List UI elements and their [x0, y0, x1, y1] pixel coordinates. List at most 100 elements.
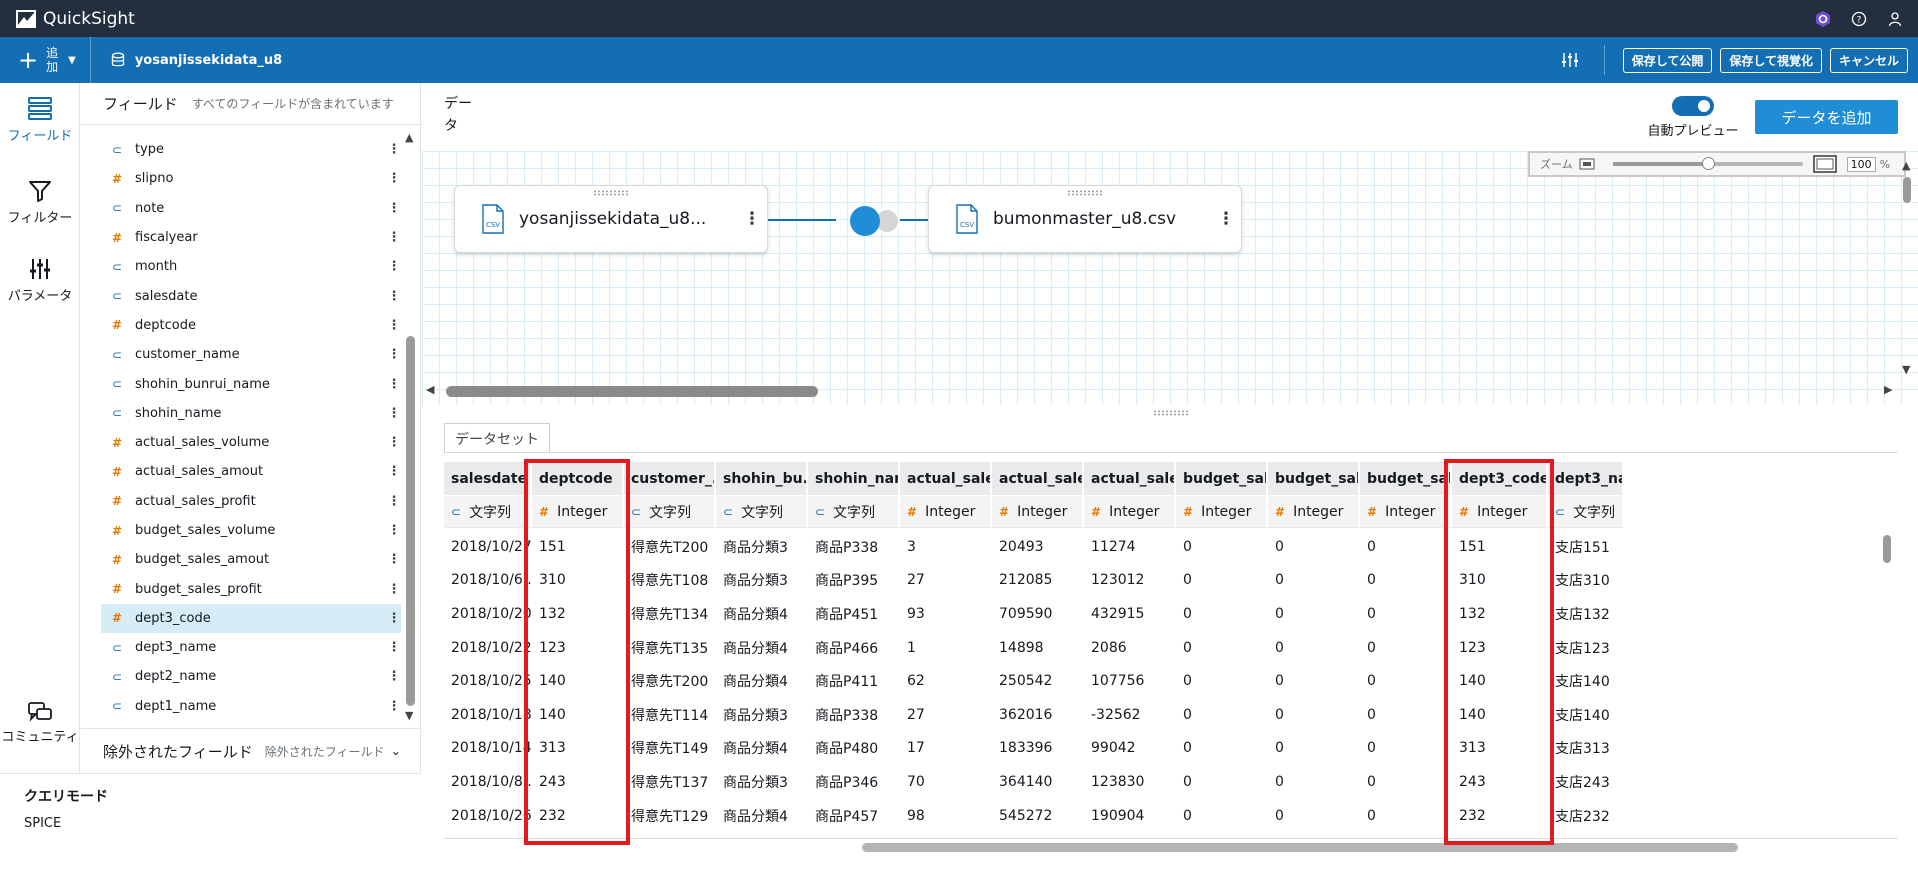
field-item[interactable]: ⊂ type ⋮ [101, 135, 401, 164]
field-item[interactable]: # slipno ⋮ [101, 164, 401, 193]
auto-preview-switch[interactable] [1672, 96, 1714, 116]
settings-sliders-icon[interactable] [1560, 50, 1580, 70]
canvas-horizontal-scroll-thumb[interactable] [446, 386, 818, 397]
scroll-down-arrow-icon[interactable]: ▼ [405, 709, 413, 722]
field-item[interactable]: # actual_sales_volume ⋮ [101, 428, 401, 457]
scroll-up-arrow-icon[interactable]: ▲ [1902, 159, 1910, 172]
more-options-icon[interactable]: ⋮ [387, 230, 401, 245]
save-and-visualize-button[interactable]: 保存して視覚化 [1720, 47, 1822, 73]
more-options-icon[interactable]: ⋮ [387, 523, 401, 538]
column-header[interactable]: actual_sale... [992, 462, 1084, 495]
column-type[interactable]: # Integer [900, 496, 992, 528]
scroll-down-arrow-icon[interactable]: ▼ [1902, 363, 1910, 376]
user-icon[interactable] [1886, 10, 1904, 28]
field-item[interactable]: ⊂ customer_name ⋮ [101, 340, 401, 369]
field-item[interactable]: # actual_sales_amout ⋮ [101, 457, 401, 486]
rail-item-parameters[interactable]: パラメータ [0, 257, 80, 304]
add-data-button[interactable]: データを追加 [1755, 100, 1898, 134]
more-options-icon[interactable]: ⋮ [387, 552, 401, 567]
column-type[interactable]: ⊂ 文字列 [808, 496, 900, 528]
more-options-icon[interactable]: ⋮ [387, 201, 401, 216]
add-button[interactable]: + 追加 ▼ [18, 37, 91, 83]
panel-resize-handle[interactable] [1153, 410, 1189, 416]
node-drag-handle[interactable] [1067, 190, 1103, 196]
field-list-scrollbar[interactable]: ▲ ▼ [403, 131, 417, 722]
column-header[interactable]: actual_sale... [900, 462, 992, 495]
rail-item-community[interactable]: コミュニティ [0, 701, 80, 747]
field-list-scroll-thumb[interactable] [406, 336, 415, 706]
more-options-icon[interactable]: ⋮ [387, 171, 401, 186]
more-options-icon[interactable]: ⋮ [737, 209, 767, 229]
field-item[interactable]: ⊂ dept1_name ⋮ [101, 692, 401, 721]
query-mode-value[interactable]: SPICE [24, 816, 421, 831]
more-options-icon[interactable]: ⋮ [387, 435, 401, 450]
field-item[interactable]: # budget_sales_volume ⋮ [101, 516, 401, 545]
column-header[interactable]: actual_sale... [1084, 462, 1176, 495]
column-header[interactable]: shohin_bu... [716, 462, 808, 495]
field-item[interactable]: # dept3_code ⋮ [101, 603, 401, 634]
excluded-fields-section[interactable]: 除外されたフィールド 除外されたフィールドは ⌄ [81, 728, 421, 773]
dataset-node-left[interactable]: CSV yosanjissekidata_u8... ⋮ [454, 185, 768, 253]
column-type[interactable]: # Integer [1176, 496, 1268, 528]
more-options-icon[interactable]: ⋮ [387, 142, 401, 157]
more-options-icon[interactable]: ⋮ [387, 377, 401, 392]
column-type[interactable]: ⊂ 文字列 [624, 496, 716, 528]
canvas-vertical-scrollbar[interactable]: ▲ ▼ [1900, 159, 1914, 377]
column-type[interactable]: ⊂ 文字列 [1548, 496, 1624, 528]
column-header[interactable]: customer_... [624, 462, 716, 495]
zoom-out-icon[interactable] [1579, 158, 1595, 170]
dataset-tab[interactable]: データセット [444, 423, 550, 453]
more-options-icon[interactable]: ⋮ [387, 611, 401, 626]
more-options-icon[interactable]: ⋮ [387, 464, 401, 479]
auto-preview-toggle[interactable]: 自動プレビュー [1638, 96, 1748, 139]
more-options-icon[interactable]: ⋮ [387, 669, 401, 684]
column-header[interactable]: shohin_name [808, 462, 900, 495]
more-options-icon[interactable]: ⋮ [387, 699, 401, 714]
column-header[interactable]: budget_sal... [1176, 462, 1268, 495]
more-options-icon[interactable]: ⋮ [387, 259, 401, 274]
zoom-slider[interactable] [1612, 157, 1803, 170]
field-item[interactable]: ⊂ shohin_name ⋮ [101, 399, 401, 428]
field-item[interactable]: ⊂ dept3_name ⋮ [101, 633, 401, 662]
field-item[interactable]: # budget_sales_amout ⋮ [101, 545, 401, 574]
app-logo[interactable]: QuickSight [16, 9, 135, 29]
more-options-icon[interactable]: ⋮ [1211, 209, 1241, 229]
field-item[interactable]: # actual_sales_profit ⋮ [101, 487, 401, 516]
data-prep-canvas[interactable]: ズーム 100 % CSV yosanjissekidata_u8... ⋮ C… [422, 151, 1918, 405]
field-item[interactable]: # budget_sales_profit ⋮ [101, 574, 401, 603]
help-icon[interactable]: ? [1850, 10, 1868, 28]
more-options-icon[interactable]: ⋮ [387, 318, 401, 333]
more-options-icon[interactable]: ⋮ [387, 494, 401, 509]
column-header[interactable]: budget_sal... [1268, 462, 1360, 495]
table-horizontal-scroll-thumb[interactable] [862, 843, 1738, 852]
column-type[interactable]: ⊂ 文字列 [716, 496, 808, 528]
field-item[interactable]: # fiscalyear ⋮ [101, 223, 401, 252]
column-header[interactable]: salesdate [444, 462, 532, 495]
more-options-icon[interactable]: ⋮ [387, 289, 401, 304]
zoom-slider-knob[interactable] [1701, 157, 1715, 170]
field-item[interactable]: ⊂ dept2_name ⋮ [101, 662, 401, 691]
cancel-button[interactable]: キャンセル [1829, 47, 1908, 73]
field-item[interactable]: ⊂ month ⋮ [101, 252, 401, 281]
column-type[interactable]: # Integer [1360, 496, 1452, 528]
rail-item-fields[interactable]: フィールド [0, 97, 80, 144]
node-drag-handle[interactable] [593, 190, 629, 196]
more-options-icon[interactable]: ⋮ [387, 582, 401, 597]
save-and-publish-button[interactable]: 保存して公開 [1622, 47, 1713, 73]
scroll-up-arrow-icon[interactable]: ▲ [405, 131, 413, 144]
chevron-down-icon[interactable]: ⌄ [391, 744, 401, 758]
scroll-left-arrow-icon[interactable]: ◀ [426, 383, 434, 396]
dataset-node-right[interactable]: CSV bumonmaster_u8.csv ⋮ [928, 185, 1242, 253]
canvas-vertical-scroll-thumb[interactable] [1903, 177, 1911, 203]
column-header[interactable]: dept3_nam [1548, 462, 1624, 495]
column-type[interactable]: ⊂ 文字列 [444, 496, 532, 528]
column-header[interactable]: budget_sal... [1360, 462, 1452, 495]
dataset-name[interactable]: yosanjissekidata_u8 [111, 52, 282, 68]
column-type[interactable]: # Integer [1268, 496, 1360, 528]
field-item[interactable]: ⊂ note ⋮ [101, 194, 401, 223]
zoom-value[interactable]: 100 [1846, 156, 1876, 172]
rail-item-filters[interactable]: フィルター [0, 179, 80, 226]
zoom-in-icon[interactable] [1812, 155, 1837, 173]
field-item[interactable]: ⊂ salesdate ⋮ [101, 281, 401, 310]
table-vertical-scroll-thumb[interactable] [1883, 535, 1891, 563]
